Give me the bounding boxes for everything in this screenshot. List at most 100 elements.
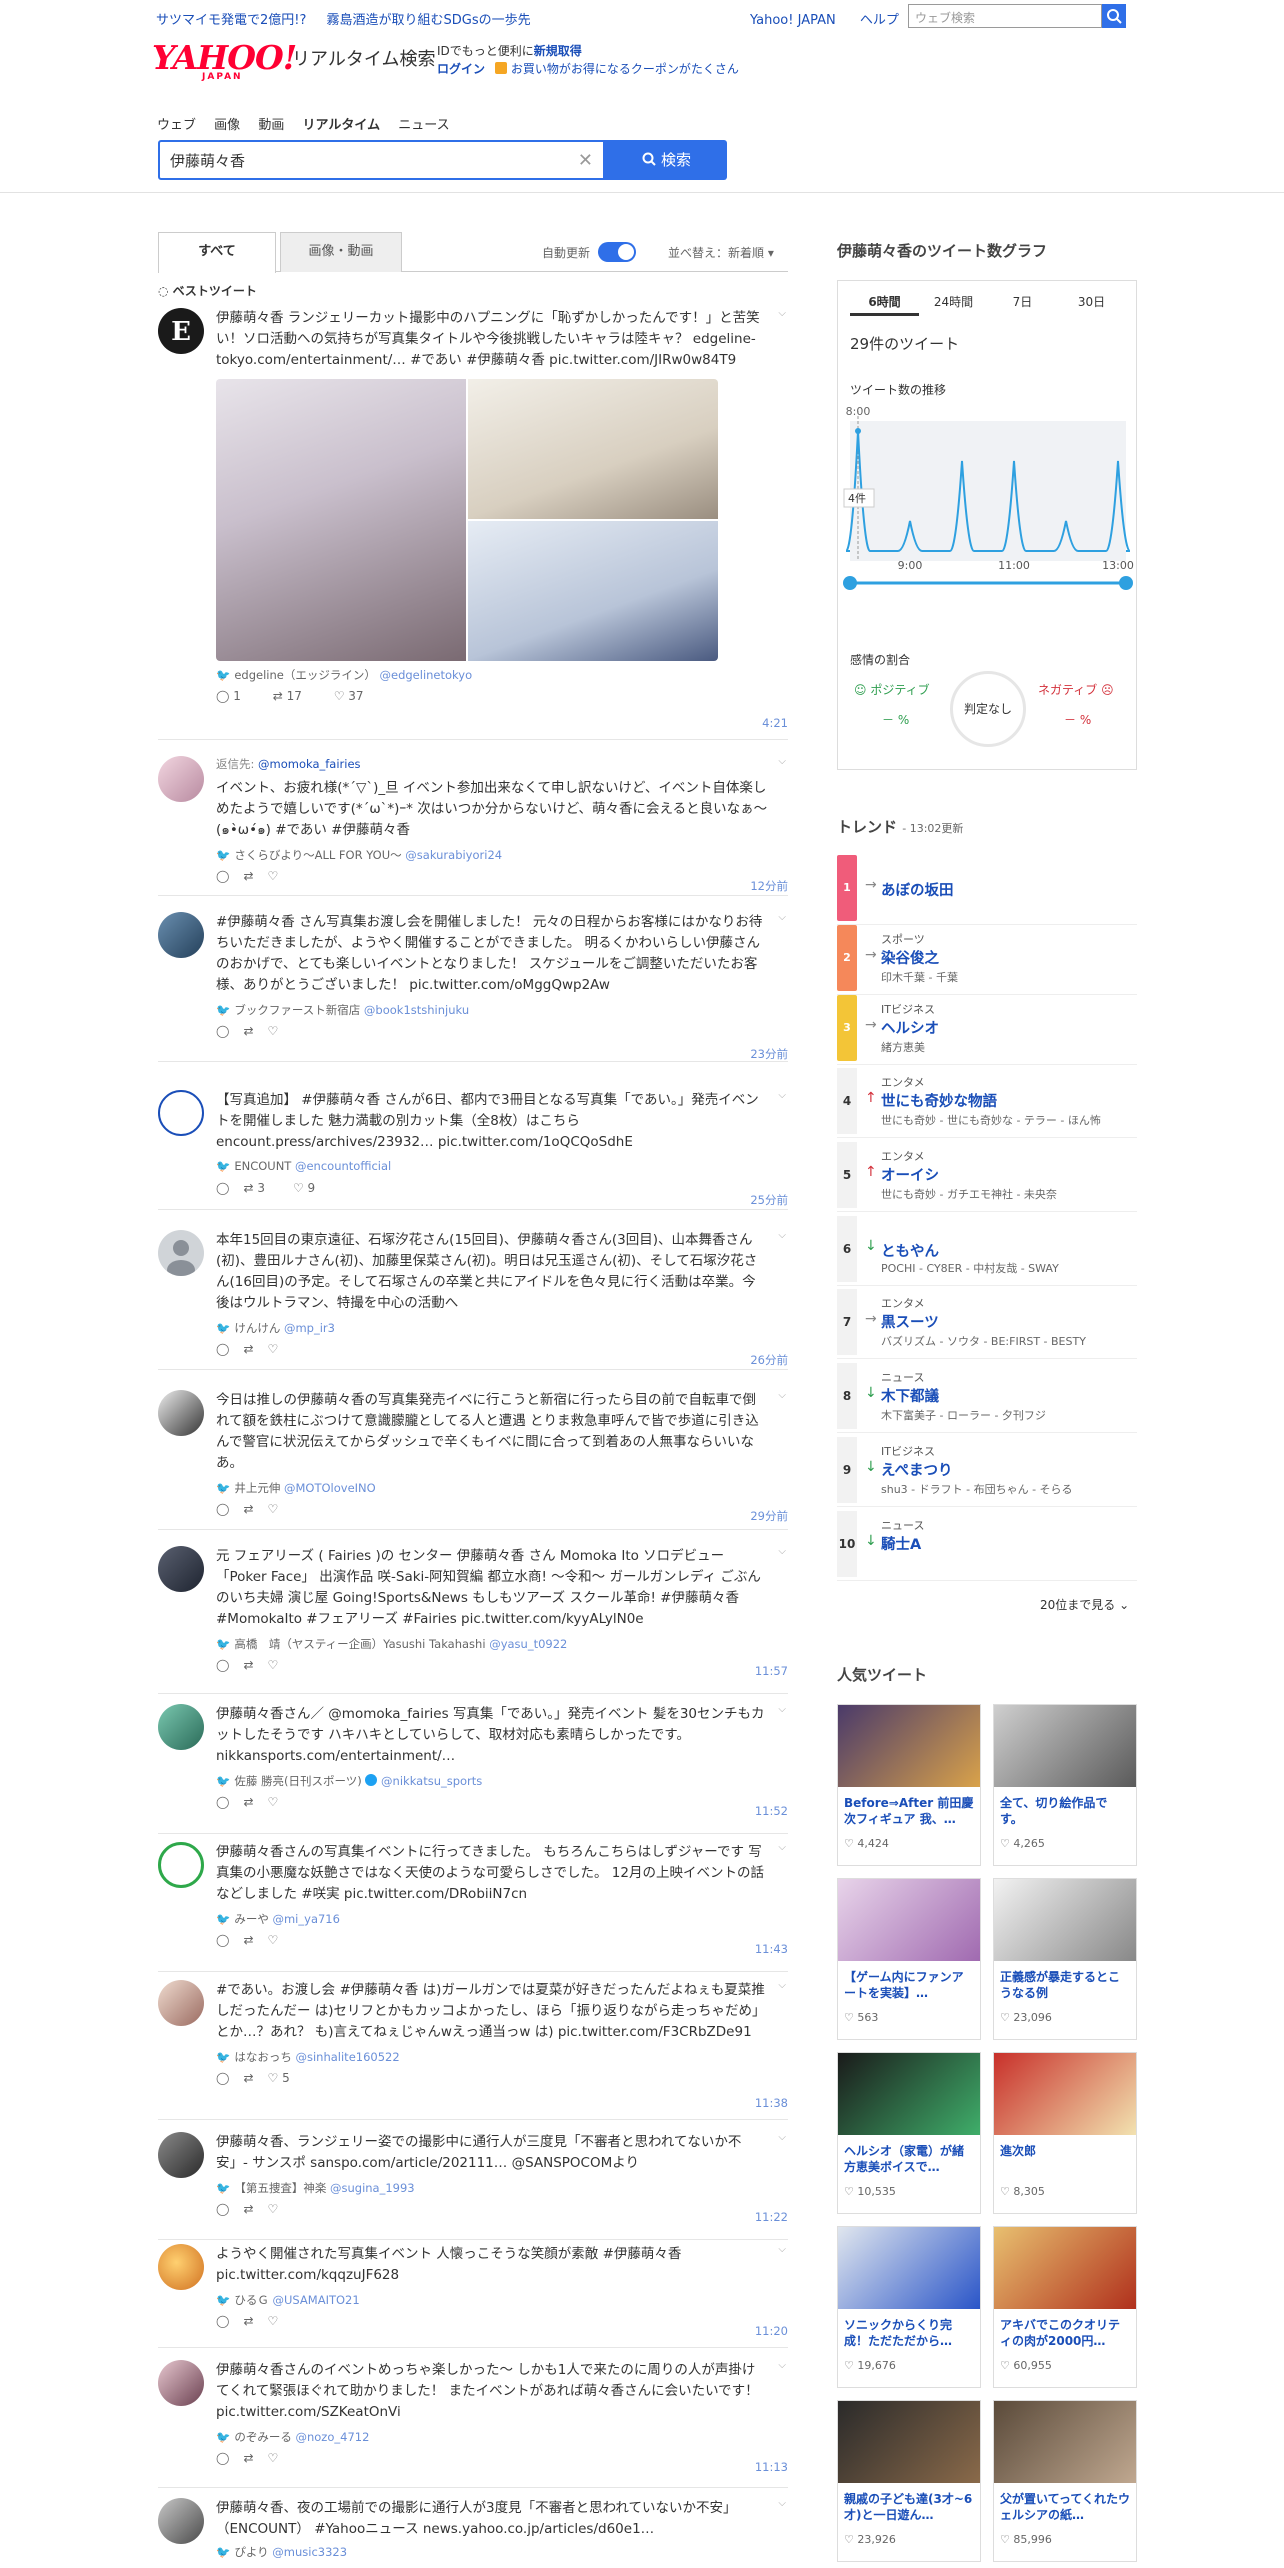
popular-tweet-card[interactable]: アキバでこのクオリティの肉が2000円… ♡ 60,955 — [993, 2226, 1137, 2388]
sort-select[interactable]: 並べ替え：新着順 ▾ — [668, 244, 774, 261]
avatar[interactable] — [158, 1980, 204, 2026]
retweet-button[interactable]: ⇄ — [243, 1342, 253, 1356]
avatar[interactable] — [158, 2132, 204, 2178]
popular-thumbnail[interactable] — [994, 2227, 1136, 2309]
trend-item[interactable]: 10 ↓ ニュース 騎士A — [837, 1511, 1137, 1581]
tweet-photos[interactable] — [216, 379, 718, 661]
popular-title-text[interactable]: 親戚の子ども達(3才~6才)と一日遊ん… — [844, 2491, 974, 2525]
chevron-down-icon[interactable]: ⌵ — [778, 912, 786, 923]
trend-name[interactable]: 黒スーツ — [881, 1311, 939, 1332]
popular-thumbnail[interactable] — [838, 2053, 980, 2135]
trend-item[interactable]: 2 → スポーツ 染谷俊之 印木千葉 - 千葉 — [837, 925, 1137, 995]
like-button[interactable]: ♡ — [268, 2314, 279, 2328]
trend-item[interactable]: 3 → ITビジネス ヘルシオ 緒方恵美 — [837, 995, 1137, 1065]
tweet-user[interactable]: 🐦 けんけん @mp_ir3 — [216, 1320, 768, 1336]
trend-item[interactable]: 6 ↓ ともやん POCHI - CY8ER - 中村友哉 - SWAY — [837, 1216, 1137, 1286]
tweet-user[interactable]: 🐦 【第五捜査】神楽 @sugina_1993 — [216, 2180, 768, 2196]
popular-title-text[interactable]: 【ゲーム内にファンアートを実装】… — [844, 1969, 974, 2003]
tab-all[interactable]: すべて — [158, 232, 276, 273]
avatar[interactable] — [158, 2244, 204, 2290]
trend-name[interactable]: 騎士A — [881, 1533, 921, 1554]
tweet-time[interactable]: 11:52 — [755, 1804, 788, 1818]
chevron-down-icon[interactable]: ⌵ — [778, 1842, 786, 1853]
reply-button[interactable]: ◯ — [216, 1933, 229, 1947]
login-link[interactable]: ログイン — [437, 62, 485, 76]
tweet-user[interactable]: 🐦 ブックファースト新宿店 @book1stshinjuku — [216, 1002, 768, 1018]
avatar[interactable] — [158, 2498, 204, 2544]
popular-title-text[interactable]: Before⇒After 前田慶次フィギュア 我、… — [844, 1795, 974, 1829]
reply-button[interactable]: ◯ — [216, 1658, 229, 1672]
trend-name[interactable]: 染谷俊之 — [881, 947, 939, 968]
signup-link[interactable]: 新規取得 — [534, 44, 582, 58]
trend-item[interactable]: 1 → あぼの坂田 — [837, 855, 1137, 925]
avatar[interactable] — [158, 1842, 204, 1888]
trend-name[interactable]: オーイシ — [881, 1164, 939, 1185]
popular-thumbnail[interactable] — [994, 2401, 1136, 2483]
tweet-time[interactable]: 4:21 — [762, 716, 788, 730]
popular-thumbnail[interactable] — [994, 2053, 1136, 2135]
popular-title-text[interactable]: ヘルシオ（家電）が緒方恵美ボイスで… — [844, 2143, 974, 2177]
chevron-down-icon[interactable]: ⌵ — [778, 1546, 786, 1557]
avatar[interactable] — [158, 912, 204, 958]
chevron-down-icon[interactable]: ⌵ — [778, 1704, 786, 1715]
tweet-time[interactable]: 25分前 — [750, 1192, 788, 1208]
tweet-time[interactable]: 11:20 — [755, 2324, 788, 2338]
nav-realtime[interactable]: リアルタイム — [302, 118, 380, 133]
retweet-button[interactable]: ⇄ — [243, 2071, 253, 2085]
tweet-user[interactable]: 🐦 のぞみーる @nozo_4712 — [216, 2429, 768, 2445]
retweet-button[interactable]: ⇄ — [243, 1933, 253, 1947]
like-button[interactable]: ♡ 5 — [268, 2071, 304, 2085]
tweet-photo[interactable] — [216, 379, 466, 661]
tab-media[interactable]: 画像・動画 — [280, 232, 402, 272]
retweet-button[interactable]: ⇄ — [243, 2451, 253, 2465]
chevron-down-icon[interactable]: ⌵ — [778, 1090, 786, 1101]
retweet-button[interactable]: ⇄ — [243, 1795, 253, 1809]
trend-item[interactable]: 4 ↑ エンタメ 世にも奇妙な物語 世にも奇妙 - 世にも奇妙な - テラー - ほん怖 — [837, 1068, 1137, 1138]
avatar[interactable]: E — [158, 308, 204, 354]
reply-to-handle[interactable]: @momoka_fairies — [258, 757, 361, 771]
tweet-user[interactable]: 🐦 みーや @mi_ya716 — [216, 1911, 768, 1927]
retweet-button[interactable]: ⇄ 3 — [243, 1181, 279, 1195]
web-search-input[interactable]: ウェブ検索 — [908, 4, 1102, 28]
avatar[interactable] — [158, 1230, 204, 1276]
realtime-search-input[interactable]: 伊藤萌々香 ✕ — [158, 140, 605, 180]
like-button[interactable]: ♡ 37 — [334, 689, 378, 703]
popular-title-text[interactable]: ソニックからくり完成！ただただから… — [844, 2317, 974, 2351]
chevron-down-icon[interactable]: ⌵ — [778, 308, 786, 319]
like-button[interactable]: ♡ — [268, 1342, 279, 1356]
tweet-user[interactable]: 🐦 ぴより @music3323 — [216, 2544, 768, 2560]
trend-name[interactable]: あぼの坂田 — [881, 879, 954, 900]
like-button[interactable]: ♡ — [268, 2451, 279, 2465]
like-button[interactable]: ♡ 9 — [293, 1181, 329, 1195]
avatar[interactable] — [158, 756, 204, 802]
like-button[interactable]: ♡ — [268, 869, 279, 883]
reply-button[interactable]: ◯ 1 — [216, 689, 255, 703]
retweet-button[interactable]: ⇄ — [243, 2202, 253, 2216]
trend-item[interactable]: 5 ↑ エンタメ オーイシ 世にも奇妙 - ガチエモ神社 - 未央奈 — [837, 1142, 1137, 1212]
retweet-button[interactable]: ⇄ — [243, 1502, 253, 1516]
nav-images[interactable]: 画像 — [214, 118, 240, 133]
reply-button[interactable]: ◯ — [216, 869, 229, 883]
tweet-user[interactable]: 🐦 ひるＧ @USAMAITO21 — [216, 2292, 768, 2308]
reply-button[interactable]: ◯ — [216, 2071, 229, 2085]
avatar[interactable] — [158, 1090, 204, 1136]
popular-tweet-card[interactable]: 父が置いてってくれたウェルシアの紙… ♡ 85,996 — [993, 2400, 1137, 2562]
popular-thumbnail[interactable] — [838, 1705, 980, 1787]
tweet-time[interactable]: 29分前 — [750, 1508, 788, 1524]
tweet-user[interactable]: 🐦 ENCOUNT @encountofficial — [216, 1159, 768, 1175]
like-button[interactable]: ♡ — [268, 1024, 279, 1038]
tweet-time[interactable]: 11:57 — [755, 1664, 788, 1678]
like-button[interactable]: ♡ — [268, 2202, 279, 2216]
tweet-user[interactable]: 🐦 はなおっち @sinhalite160522 — [216, 2049, 768, 2065]
nav-video[interactable]: 動画 — [258, 118, 284, 133]
range-7d[interactable]: 7日 — [988, 291, 1057, 313]
help-link[interactable]: ヘルプ — [860, 13, 899, 28]
popular-title-text[interactable]: 全て、切り絵作品です。 — [1000, 1795, 1130, 1829]
trend-name[interactable]: ともやん — [881, 1240, 939, 1261]
chevron-down-icon[interactable]: ⌵ — [778, 1230, 786, 1241]
nav-web[interactable]: ウェブ — [157, 118, 196, 133]
avatar[interactable] — [158, 1704, 204, 1750]
clear-icon[interactable]: ✕ — [578, 150, 593, 171]
reply-button[interactable]: ◯ — [216, 2202, 229, 2216]
popular-tweet-card[interactable]: 親戚の子ども達(3才~6才)と一日遊ん… ♡ 23,926 — [837, 2400, 981, 2562]
